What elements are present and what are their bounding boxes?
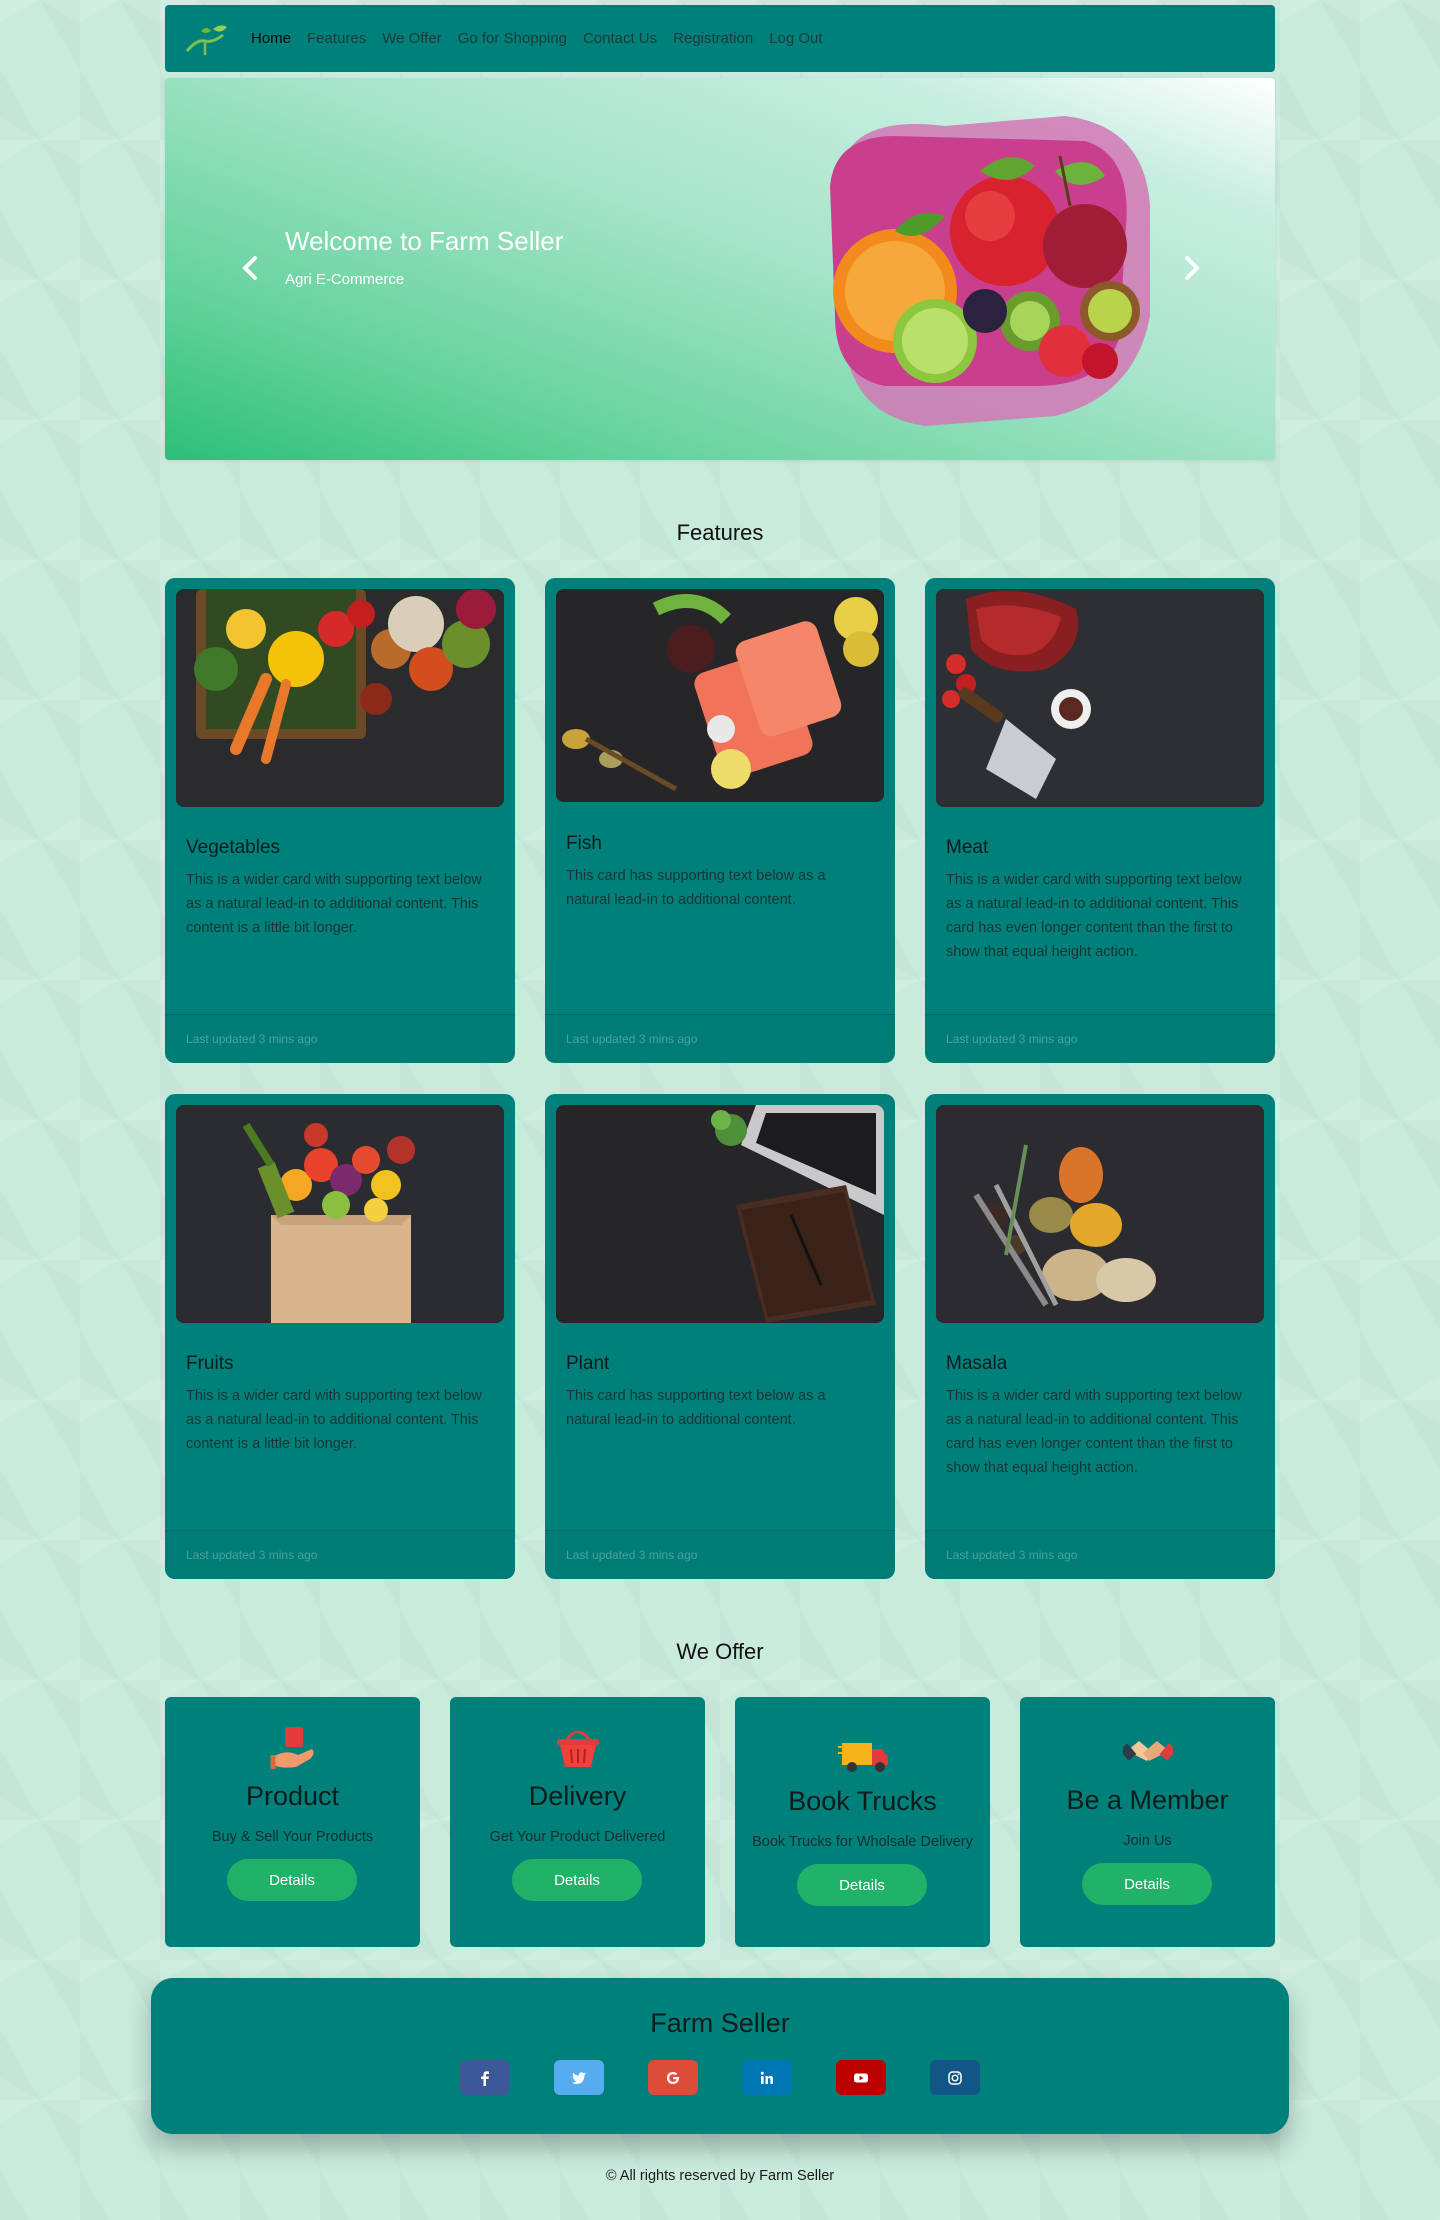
handshake-icon	[1123, 1741, 1173, 1761]
plant-image	[556, 1105, 884, 1323]
offer-title: Product	[245, 1781, 340, 1811]
card-text: This is a wider card with supporting tex…	[946, 872, 1242, 960]
offer-subtitle: Buy & Sell Your Products	[211, 1829, 374, 1845]
meat-image	[936, 589, 1264, 807]
delivery-details-button[interactable]: Details	[512, 1859, 642, 1901]
twitter-icon	[571, 2071, 586, 2084]
instagram-icon	[948, 2070, 962, 2085]
card-footer: Last updated 3 mins ago	[545, 1530, 895, 1579]
card-updated-text: Last updated 3 mins ago	[566, 1548, 698, 1562]
card-title: Fish	[566, 833, 602, 854]
footer-title: Farm Seller	[650, 2008, 790, 2038]
leaf-logo-icon[interactable]	[183, 21, 229, 57]
facebook-button[interactable]	[460, 2060, 510, 2095]
nav-home[interactable]: Home	[251, 30, 291, 47]
card-text: This is a wider card with supporting tex…	[946, 1388, 1242, 1476]
features-title: Features	[676, 520, 764, 545]
card-footer: Last updated 3 mins ago	[165, 1530, 515, 1579]
offer-card-delivery: Delivery Get Your Product Delivered Deta…	[450, 1697, 705, 1947]
card-title: Plant	[566, 1353, 610, 1374]
chevron-left-icon	[242, 256, 257, 280]
carousel-prev-button[interactable]	[235, 248, 265, 288]
youtube-icon	[854, 2073, 868, 2082]
hero-subtitle: Agri E-Commerce	[285, 271, 405, 288]
card-title: Fruits	[186, 1353, 234, 1374]
card-updated-text: Last updated 3 mins ago	[566, 1032, 698, 1046]
offer-subtitle: Book Trucks for Wholsale Delivery	[752, 1834, 973, 1850]
card-updated-text: Last updated 3 mins ago	[186, 1548, 318, 1562]
offer-subtitle: Join Us	[1123, 1833, 1172, 1849]
card-updated-text: Last updated 3 mins ago	[946, 1548, 1078, 1562]
youtube-button[interactable]	[836, 2060, 886, 2095]
masala-image	[936, 1105, 1264, 1323]
offer-title: Delivery	[528, 1781, 627, 1811]
card-text: This card has supporting text below as a…	[566, 868, 826, 908]
linkedin-button[interactable]	[742, 2060, 792, 2095]
feature-card-meat[interactable]: Meat This is a wider card with supportin…	[925, 578, 1275, 1063]
instagram-button[interactable]	[930, 2060, 980, 2095]
navbar: Home Features We Offer Go for Shopping C…	[165, 5, 1275, 72]
card-title: Vegetables	[186, 837, 281, 858]
facebook-icon	[481, 2070, 489, 2086]
card-footer: Last updated 3 mins ago	[165, 1014, 515, 1063]
offer-card-book-trucks: Book Trucks Book Trucks for Wholsale Del…	[735, 1697, 990, 1947]
card-text: This is a wider card with supporting tex…	[186, 1388, 482, 1452]
card-title: Masala	[946, 1353, 1008, 1374]
copyright-text: © All rights reserved by Farm Seller	[605, 2168, 835, 2184]
offer-subtitle: Get Your Product Delivered	[489, 1829, 666, 1845]
linkedin-icon	[760, 2071, 773, 2084]
feature-card-masala[interactable]: Masala This is a wider card with support…	[925, 1094, 1275, 1579]
card-updated-text: Last updated 3 mins ago	[946, 1032, 1078, 1046]
basket-icon	[557, 1730, 599, 1767]
google-button[interactable]	[648, 2060, 698, 2095]
fruit-illustration	[830, 116, 1150, 426]
feature-card-plant[interactable]: Plant This card has supporting text belo…	[545, 1094, 895, 1579]
card-footer: Last updated 3 mins ago	[925, 1014, 1275, 1063]
offer-card-be-a-member: Be a Member Join Us Details	[1020, 1697, 1275, 1947]
card-footer: Last updated 3 mins ago	[925, 1530, 1275, 1579]
twitter-button[interactable]	[554, 2060, 604, 2095]
google-icon	[667, 2071, 679, 2084]
nav-we-offer[interactable]: We Offer	[382, 30, 441, 47]
nav-features[interactable]: Features	[307, 30, 366, 47]
book-trucks-details-button[interactable]: Details	[797, 1864, 927, 1906]
feature-card-vegetables[interactable]: Vegetables This is a wider card with sup…	[165, 578, 515, 1063]
feature-card-fruits[interactable]: Fruits This is a wider card with support…	[165, 1094, 515, 1579]
footer: Farm Seller	[151, 1978, 1289, 2134]
nav-log-out[interactable]: Log Out	[769, 30, 822, 47]
member-details-button[interactable]: Details	[1082, 1863, 1212, 1905]
nav-registration[interactable]: Registration	[673, 30, 753, 47]
offer-card-product: Product Buy & Sell Your Products Details	[165, 1697, 420, 1947]
card-footer: Last updated 3 mins ago	[545, 1014, 895, 1063]
offer-title: Book Trucks	[788, 1786, 937, 1816]
truck-icon	[838, 1743, 888, 1772]
carousel-next-button[interactable]	[1177, 248, 1207, 288]
offer-title: Be a Member	[1066, 1785, 1229, 1815]
product-details-button[interactable]: Details	[227, 1859, 357, 1901]
vegetables-image	[176, 589, 504, 807]
hand-box-icon	[270, 1727, 314, 1769]
fish-image	[556, 589, 884, 802]
fruits-image	[176, 1105, 504, 1323]
nav-contact-us[interactable]: Contact Us	[583, 30, 657, 47]
card-updated-text: Last updated 3 mins ago	[186, 1032, 318, 1046]
card-text: This is a wider card with supporting tex…	[186, 872, 482, 936]
card-title: Meat	[946, 837, 989, 858]
hero-carousel: Welcome to Farm Seller Agri E-Commerce	[165, 78, 1275, 460]
chevron-right-icon	[1185, 256, 1200, 280]
we-offer-title: We Offer	[676, 1639, 764, 1664]
feature-card-fish[interactable]: Fish This card has supporting text below…	[545, 578, 895, 1063]
hero-title: Welcome to Farm Seller	[285, 226, 564, 256]
card-text: This card has supporting text below as a…	[566, 1388, 826, 1428]
nav-go-for-shopping[interactable]: Go for Shopping	[458, 30, 567, 47]
